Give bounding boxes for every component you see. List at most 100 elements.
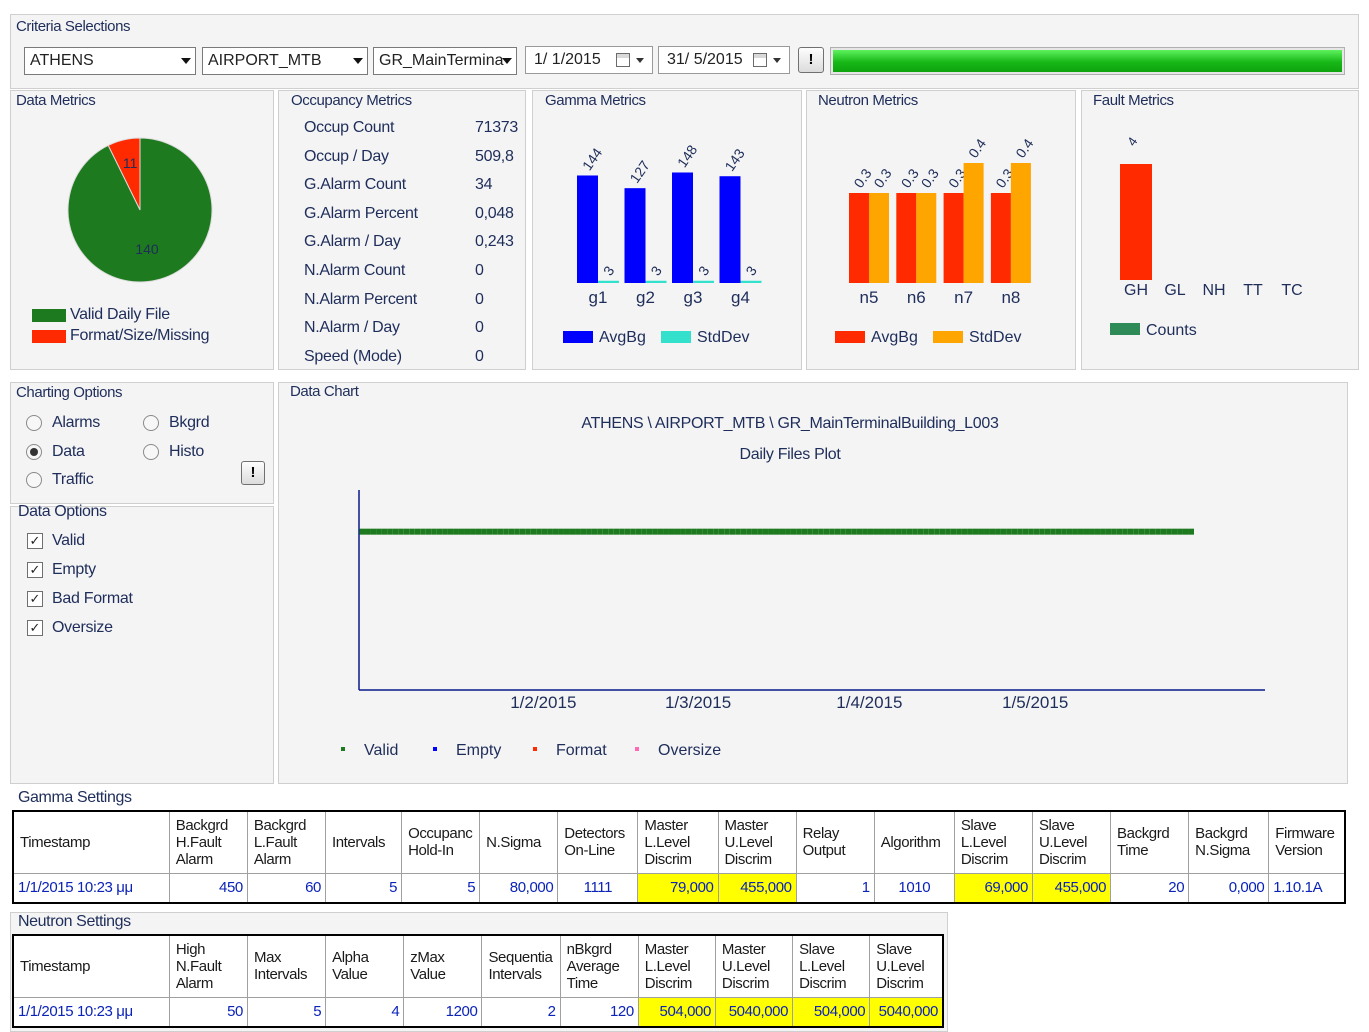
end-date-picker[interactable]: 31/ 5/2015 bbox=[658, 46, 790, 74]
point-valid bbox=[558, 528, 564, 535]
gamma-header-firmware-version[interactable]: Firmware Version bbox=[1268, 810, 1346, 874]
gamma-header-master-l-level-discrim[interactable]: Master L.Level Discrim bbox=[637, 810, 719, 874]
gamma-header-relay-output[interactable]: Relay Output bbox=[795, 810, 875, 874]
radio-data[interactable] bbox=[26, 444, 42, 460]
gamma-header-slave-u-level-discrim[interactable]: Slave U.Level Discrim bbox=[1031, 810, 1112, 874]
neutron-header-master-l-level-discrim[interactable]: Master L.Level Discrim bbox=[637, 934, 716, 998]
gamma-cell-slave-u-level-discrim[interactable]: 455,000 bbox=[1031, 872, 1112, 904]
table-row[interactable]: 1/1/2015 10:23 μμ 450 60 5 5 80,000 1111 79,000… bbox=[12, 872, 1346, 904]
neutron-header-master-u-level-discrim[interactable]: Master U.Level Discrim bbox=[714, 934, 794, 998]
neutron-cell-max-intervals[interactable]: 5 bbox=[246, 996, 327, 1028]
check-empty[interactable]: ✓ bbox=[27, 562, 43, 578]
point-valid bbox=[652, 528, 658, 535]
gamma-cell-relay-output[interactable]: 1 bbox=[795, 872, 875, 904]
neutron-header-high-n-fault-alarm[interactable]: High N.Fault Alarm bbox=[168, 934, 248, 998]
point-valid bbox=[475, 528, 482, 535]
neutron-cell-nbkgrd-average-time[interactable]: 120 bbox=[559, 996, 639, 1028]
tick-label-n7: n7 bbox=[954, 288, 973, 307]
neutron-cell-sequentia-intervals[interactable]: 2 bbox=[481, 996, 561, 1028]
table-row[interactable]: 1/1/2015 10:23 μμ 50 5 4 1200 2 120 504,000 5040… bbox=[12, 996, 944, 1028]
gamma-cell-backgrd-h-fault-alarm[interactable]: 450 bbox=[168, 872, 248, 904]
gamma-cell-master-u-level-discrim[interactable]: 455,000 bbox=[717, 872, 797, 904]
radio-histo[interactable] bbox=[143, 444, 159, 460]
point-valid bbox=[602, 528, 609, 535]
site-select[interactable]: AIRPORT_MTB bbox=[202, 47, 368, 75]
gamma-cell-timestamp[interactable]: 1/1/2015 10:23 μμ bbox=[12, 872, 170, 904]
gamma-cell-slave-l-level-discrim[interactable]: 69,000 bbox=[953, 872, 1033, 904]
gamma-header-backgrd-h-fault-alarm[interactable]: Backgrd H.Fault Alarm bbox=[168, 810, 248, 874]
check-bad-format[interactable]: ✓ bbox=[27, 591, 43, 607]
legend-item-format: Format/Size/Missing bbox=[32, 327, 272, 348]
point-valid bbox=[530, 528, 537, 535]
gamma-header-occupanc-hold-in[interactable]: Occupanc Hold-In bbox=[401, 810, 481, 874]
point-valid bbox=[464, 528, 471, 535]
neutron-cell-high-n-fault-alarm[interactable]: 50 bbox=[168, 996, 248, 1028]
neutron-cell-timestamp[interactable]: 1/1/2015 10:23 μμ bbox=[12, 996, 170, 1028]
tick-label-gl: GL bbox=[1164, 282, 1185, 299]
neutron-header-timestamp[interactable]: Timestamp bbox=[12, 934, 170, 998]
gamma-header-algorithm[interactable]: Algorithm bbox=[873, 810, 955, 874]
neutron-header-max-intervals[interactable]: Max Intervals bbox=[246, 934, 327, 998]
gamma-header-master-u-level-discrim[interactable]: Master U.Level Discrim bbox=[717, 810, 797, 874]
lane-select[interactable]: GR_MainTermina bbox=[373, 47, 517, 75]
point-valid bbox=[1028, 528, 1034, 535]
neutron-header-slave-l-level-discrim[interactable]: Slave L.Level Discrim bbox=[792, 934, 871, 998]
neutron-settings-header-row: Timestamp High N.Fault Alarm Max Intervals… bbox=[12, 934, 944, 998]
point-valid bbox=[762, 528, 769, 535]
gamma-header-intervals[interactable]: Intervals bbox=[324, 810, 403, 874]
check-valid[interactable]: ✓ bbox=[27, 533, 43, 549]
start-date-picker[interactable]: 1/ 1/2015 bbox=[525, 46, 653, 74]
gamma-cell-master-l-level-discrim[interactable]: 79,000 bbox=[637, 872, 719, 904]
gamma-cell-backgrd-time[interactable]: 20 bbox=[1110, 872, 1190, 904]
neutron-cell-slave-u-level-discrim[interactable]: 5040,000 bbox=[869, 996, 944, 1028]
point-valid bbox=[939, 528, 946, 535]
gamma-cell-firmware-version[interactable]: 1.10.1A bbox=[1268, 872, 1346, 904]
point-valid bbox=[1105, 528, 1112, 535]
neutron-cell-master-u-level-discrim[interactable]: 5040,000 bbox=[714, 996, 794, 1028]
gamma-header-timestamp[interactable]: Timestamp bbox=[12, 810, 170, 874]
neutron-header-sequentia-intervals[interactable]: Sequentia Intervals bbox=[481, 934, 561, 998]
gamma-settings-label: Gamma Settings bbox=[18, 789, 132, 806]
point-valid bbox=[442, 528, 448, 535]
neutron-cell-master-l-level-discrim[interactable]: 504,000 bbox=[637, 996, 716, 1028]
neutron-header-alpha-value[interactable]: Alpha Value bbox=[325, 934, 405, 998]
metric-value-g-alarm-count: 34 bbox=[475, 176, 493, 194]
radio-traffic[interactable] bbox=[26, 472, 42, 488]
gamma-header-detectors-on-line[interactable]: Detectors On-Line bbox=[557, 810, 639, 874]
gamma-header-backgrd-time[interactable]: Backgrd Time bbox=[1110, 810, 1190, 874]
radio-alarms[interactable] bbox=[26, 415, 42, 431]
chevron-down-icon bbox=[636, 58, 644, 63]
gamma-header-slave-l-level-discrim[interactable]: Slave L.Level Discrim bbox=[953, 810, 1033, 874]
gamma-cell-backgrd-n-sigma[interactable]: 0,000 bbox=[1188, 872, 1270, 904]
bar-label-stddev-g1: 3 bbox=[600, 263, 618, 279]
point-valid bbox=[1182, 528, 1189, 535]
neutron-cell-slave-l-level-discrim[interactable]: 504,000 bbox=[792, 996, 871, 1028]
point-valid bbox=[1177, 528, 1183, 535]
gamma-header-n-sigma[interactable]: N.Sigma bbox=[479, 810, 559, 874]
data-chart-subtitle: Daily Files Plot bbox=[739, 446, 841, 463]
gamma-cell-backgrd-l-fault-alarm[interactable]: 60 bbox=[246, 872, 326, 904]
load-button[interactable]: ! bbox=[798, 47, 824, 73]
neutron-cell-zmax-value[interactable]: 1200 bbox=[403, 996, 483, 1028]
apply-chart-button[interactable]: ! bbox=[241, 461, 265, 485]
gamma-header-backgrd-l-fault-alarm[interactable]: Backgrd L.Fault Alarm bbox=[246, 810, 326, 874]
check-oversize[interactable]: ✓ bbox=[27, 620, 43, 636]
gamma-cell-occupanc-hold-in[interactable]: 5 bbox=[401, 872, 481, 904]
gamma-cell-algorithm[interactable]: 1010 bbox=[873, 872, 955, 904]
gamma-cell-detectors-on-line[interactable]: 1111 bbox=[557, 872, 639, 904]
metric-name-g-alarm-day: G.Alarm / Day bbox=[304, 233, 401, 251]
legend-swatch-counts bbox=[1110, 323, 1140, 335]
point-valid bbox=[514, 528, 520, 535]
neutron-cell-alpha-value[interactable]: 4 bbox=[325, 996, 405, 1028]
metric-value-speed-mode: 0 bbox=[475, 347, 484, 365]
city-select[interactable]: ATHENS bbox=[24, 47, 196, 75]
point-valid bbox=[879, 528, 885, 535]
neutron-header-slave-u-level-discrim[interactable]: Slave U.Level Discrim bbox=[869, 934, 944, 998]
neutron-header-zmax-value[interactable]: zMax Value bbox=[403, 934, 483, 998]
gamma-cell-intervals[interactable]: 5 bbox=[324, 872, 403, 904]
neutron-header-nbkgrd-average-time[interactable]: nBkgrd Average Time bbox=[559, 934, 639, 998]
gamma-cell-n-sigma[interactable]: 80,000 bbox=[479, 872, 559, 904]
radio-bkgrd[interactable] bbox=[143, 415, 159, 431]
metric-name-g-alarm-percent: G.Alarm Percent bbox=[304, 204, 418, 222]
gamma-header-backgrd-n-sigma[interactable]: Backgrd N.Sigma bbox=[1188, 810, 1270, 874]
